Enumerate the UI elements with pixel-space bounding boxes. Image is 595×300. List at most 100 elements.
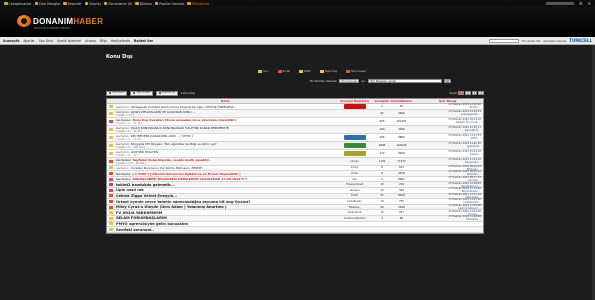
replies-count[interactable]: 13 [374, 188, 391, 193]
replies-count[interactable]: 65 [374, 110, 391, 117]
topic-link[interactable]: Gerlemo: [ 1 3790 ] [ Ülkenin Velvennini… [116, 172, 335, 176]
topbar-item[interactable]: Favoriler [63, 2, 82, 6]
replies-count[interactable] [374, 222, 391, 227]
topic-link[interactable]: Gerlemo: Ücretsiz Konularını Yok Kolma P… [116, 166, 335, 170]
topic-link[interactable]: Ortodi üyenin cevre tahmin sönecaşdöğru … [116, 200, 335, 204]
topic-pages[interactable]: [ Sayfa: 1 2 3 ... 99 100 ] [116, 162, 335, 164]
topic-pages[interactable]: [ Sayfa: 1 2 ... 15 16 ] [116, 138, 335, 140]
topic-link[interactable]: Çekme Ziggo Velvet Eneşyia... [116, 194, 335, 198]
nav-item[interactable]: Bilgi [100, 39, 107, 43]
topbar-item[interactable]: Popüler Konular [154, 2, 184, 6]
header-replies[interactable]: Cevaplar [373, 99, 390, 103]
topbar-item[interactable]: Özel Mesajlar [34, 2, 60, 6]
author-name[interactable]: Olidan [350, 160, 358, 163]
topic-pages[interactable]: [ Sayfa: 1 2 ... 24 ] [116, 154, 335, 156]
last-post-user[interactable]: Dünyeneri ... [465, 161, 481, 164]
author-name[interactable]: sdnky [351, 166, 359, 169]
topic-pages[interactable]: [ Sayfa: 1 2 3 ] [116, 114, 335, 116]
table-row[interactable]: Gerlemo: Dünyada DH Okuyan: Tüm ağırlıkl… [107, 141, 483, 150]
logout-icon[interactable]: ✕ [588, 1, 591, 6]
page-link[interactable]: 3 [471, 91, 478, 95]
last-post-user[interactable]: Gülrüşaykolik ... [461, 113, 481, 116]
topic-link[interactable]: Uplo nasıl rak [116, 188, 335, 192]
last-post-user[interactable]: Bevinsturt ... [465, 129, 481, 132]
last-post-user[interactable]: Çarkıa ... [470, 153, 481, 156]
topic-link[interactable]: tablet2 bozdukda gelmedir... [116, 183, 335, 187]
author-name[interactable]: Fuatri [351, 194, 358, 197]
page-link[interactable]: 2 [465, 91, 471, 95]
last-post-user[interactable]: Aydınkrat... [467, 145, 481, 148]
replies-count[interactable]: 99 [374, 205, 391, 210]
nav-item[interactable]: Arama [85, 39, 96, 43]
replies-count[interactable]: 8 [374, 166, 391, 171]
replies-count[interactable] [374, 227, 391, 232]
replies-count[interactable]: 4 [374, 216, 391, 221]
nav-item[interactable]: Hediyelerde [111, 39, 130, 43]
topic-link[interactable]: Miley Cyrus'u Olayde (Ücm Adam ) Yalanmı… [116, 205, 335, 209]
page-link[interactable]: 4 [478, 91, 484, 95]
table-row[interactable]: Gerlemo: AYATÜRK HİKAYESİ[ Sayfa: 1 2 ..… [107, 150, 483, 158]
replies-count[interactable]: 8 [374, 171, 391, 176]
replies-count[interactable]: 53 [374, 194, 391, 199]
replies-count[interactable]: 24 [374, 199, 391, 204]
filter-date-select[interactable]: Tüm Konular [339, 79, 360, 83]
page-link[interactable]: 1 [458, 91, 465, 95]
replies-count[interactable]: 2 [374, 177, 391, 182]
author-name[interactable]: ihsanlar29 [348, 211, 362, 214]
topbar-item[interactable]: Geçmiş [84, 2, 101, 6]
author-name[interactable]: dnn [352, 178, 357, 181]
author-name[interactable]: tevaolu [350, 189, 360, 192]
author-badge[interactable] [343, 104, 366, 109]
table-row[interactable]: Gerlemo: [Katıl] KONUŞKANLIK KONUŞKANLIK… [107, 125, 483, 134]
new-poll-button[interactable]: Yeni Anket [130, 90, 153, 96]
author-name[interactable]: ismallerian [348, 200, 362, 203]
control-panel-link[interactable]: Göndern Paneli [543, 39, 566, 43]
author-name[interactable]: HüseyinÇevik [346, 183, 364, 186]
last-post-user[interactable]: Değerli Yorumcuk ... [456, 121, 481, 124]
new-topic-button[interactable]: Yeni Konu [106, 90, 128, 96]
topic-link[interactable]: Gerlemo: Yaklaşacak mühisal zilami kırma… [116, 105, 335, 109]
nav-item[interactable]: Anasayfa [3, 39, 19, 43]
topbar-item[interactable]: Forumlarım (0) [103, 2, 132, 6]
header-topic[interactable]: Konu [115, 99, 336, 103]
username-box[interactable] [546, 2, 575, 5]
topic-pages[interactable]: [ Sayfa: 1 2 ... 130 131 ] [116, 146, 335, 148]
filter-go-button[interactable]: Git [443, 79, 452, 83]
topbar-item[interactable]: Dükkan [135, 2, 152, 6]
replies-count[interactable]: 372 [374, 150, 391, 157]
nav-item[interactable]: Bahtet Ver [134, 39, 153, 43]
topic-pages[interactable]: [ Sayfa: 1 2 ... 10 11 ] [116, 130, 335, 132]
replies-count[interactable]: 905 [374, 118, 391, 125]
topbar-item[interactable]: Cevaplananlar [4, 2, 32, 6]
search-topic-button[interactable]: Arama (4) [155, 90, 178, 96]
topic-link[interactable]: SELAM FORUMDAŞLARIM [116, 216, 335, 220]
topic-link[interactable]: Gerlemo: KONUŞÇUBEŞİ DOLDURMA DERSLERIMİ… [116, 177, 335, 181]
forum-goto-link[interactable]: Forumda Git [522, 39, 541, 43]
replies-count[interactable]: 285 [374, 134, 391, 141]
author-name[interactable]: Gudisve Raubert [344, 217, 366, 220]
header-views[interactable]: Görüntüleme [390, 99, 412, 103]
topbar-item[interactable]: Etiketlerim [187, 2, 209, 6]
topic-link[interactable]: FV AR2IA YARDIMMMM [116, 211, 335, 215]
table-row[interactable]: Gerlemo: KBY BEDERŞ KARARİ BİR AKIN ... … [107, 134, 483, 142]
table-row[interactable]: Sevlfaki sorunum.. [107, 227, 483, 233]
header-author[interactable]: Konuyu Başlatan [336, 99, 374, 103]
topic-link[interactable]: PMYO ogrencisiyim gelin konusalım [116, 222, 335, 226]
sponsor-logo[interactable]: TURKCELL [569, 38, 592, 43]
author-badge[interactable] [343, 142, 366, 148]
replies-count[interactable]: 160 [374, 126, 391, 133]
topic-link[interactable]: Sevlfaki sorunum.. [116, 228, 335, 232]
nav-item[interactable]: Ayarlar [23, 39, 34, 43]
table-row[interactable]: Gerlemo: AÇILIŞ DEVAMLARIN VE AÇILDIĞIN … [107, 109, 483, 118]
filter-messages-select[interactable]: Tüm Mesajları göster [367, 79, 442, 83]
author-badge[interactable] [343, 134, 366, 140]
author-name[interactable]: Fazedea_ [349, 206, 361, 209]
last-post-user[interactable]: DTHC ... [471, 137, 481, 140]
replies-count[interactable]: 10 [374, 210, 391, 215]
nav-item[interactable]: Üyelik İşlemleri [57, 39, 81, 43]
topic-pages[interactable]: [ Sayfa: 1 2 ... 31 32 ] [116, 122, 335, 124]
author-badge[interactable] [343, 150, 366, 156]
nav-item[interactable]: Son Okul [39, 39, 53, 43]
search-input[interactable] [488, 38, 519, 43]
replies-count[interactable]: 0 [374, 104, 391, 109]
